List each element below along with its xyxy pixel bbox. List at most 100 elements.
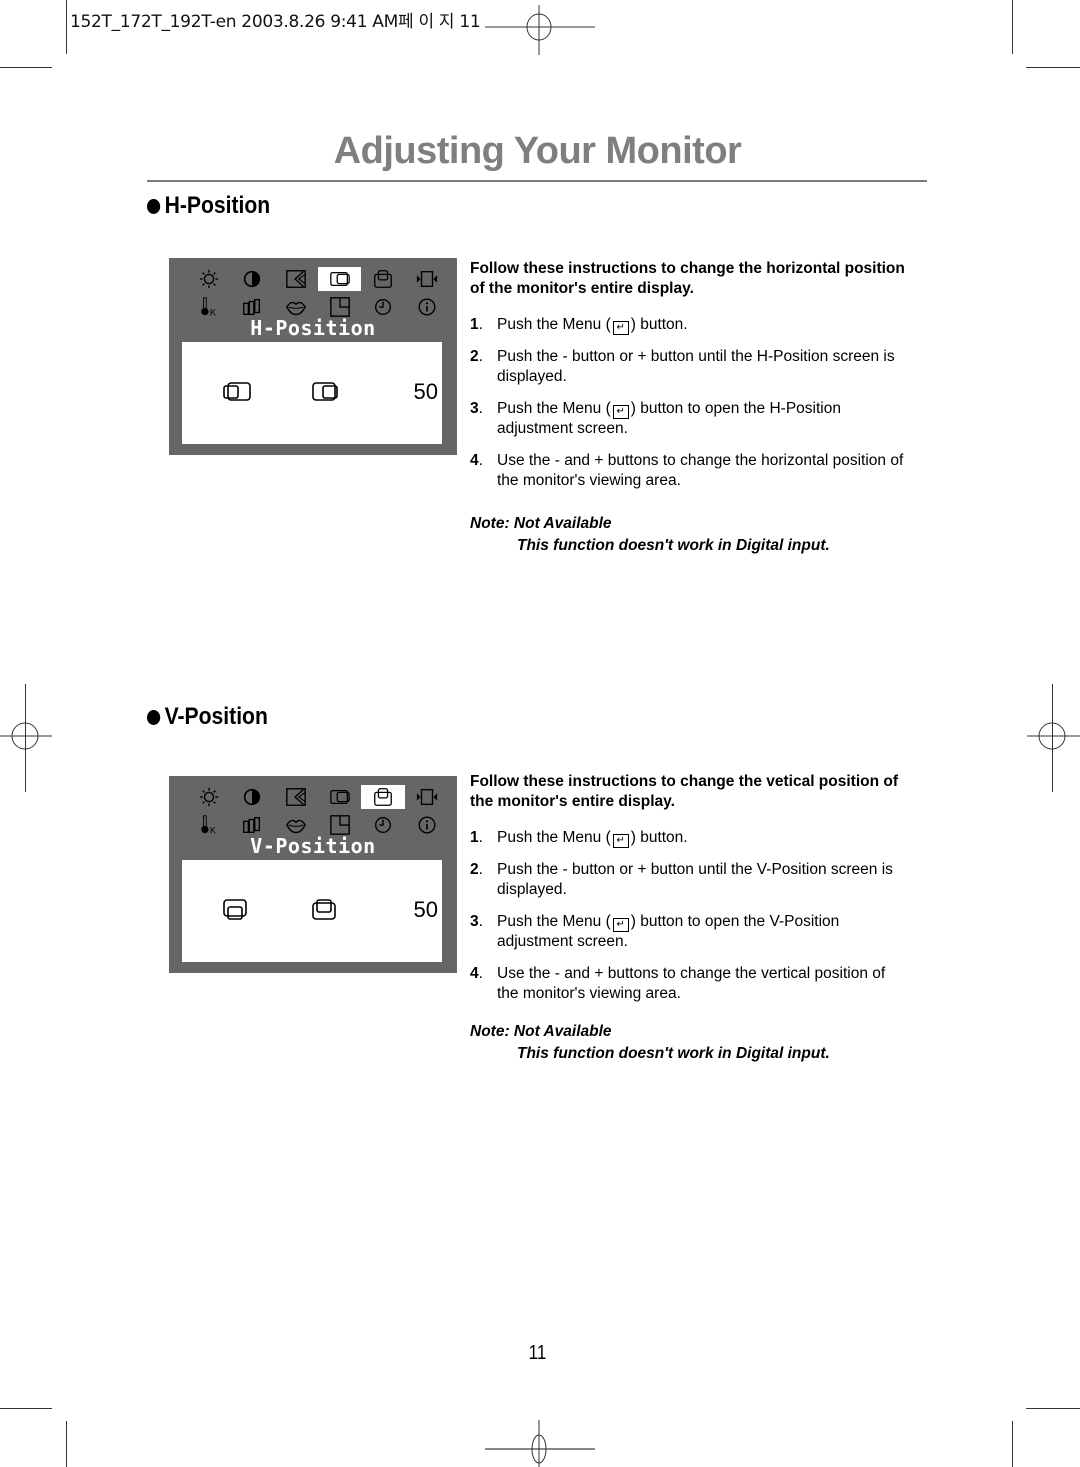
v-position-down-icon	[222, 898, 252, 922]
osd-menu-item	[274, 267, 318, 291]
step-item: 2. Push the - button or + button until th…	[470, 860, 910, 900]
zoom-icon	[416, 786, 438, 808]
osd-icon-row	[187, 785, 449, 809]
h-position-icon	[329, 786, 351, 808]
step-text-before: Push the Menu (	[497, 913, 611, 930]
step-number-text: 3	[470, 913, 479, 930]
osd-menu-item	[361, 267, 405, 291]
v-position-icon	[372, 268, 394, 290]
print-slug: 152T_172T_192T-en 2003.8.26 9:41 AM페 이 지…	[70, 12, 481, 32]
brightness-icon	[198, 786, 220, 808]
section-heading-text: H-Position	[164, 192, 271, 219]
information-icon	[416, 296, 438, 318]
h-position-left-icon	[222, 380, 252, 404]
osd-screen: K V-Position 50	[169, 776, 457, 973]
crop-mark	[1026, 1408, 1080, 1409]
osd-menu-item	[318, 785, 362, 809]
menu-enter-icon: ↵	[612, 918, 629, 932]
step-number: 3.	[470, 400, 483, 417]
zoom-icon	[416, 268, 438, 290]
instructions: Follow these instructions to change the …	[470, 772, 910, 1016]
osd-menu-item	[405, 267, 449, 291]
osd-left-icon-wrap	[222, 380, 252, 409]
step-number-text: 4	[470, 452, 479, 469]
osd-value: 50	[413, 379, 438, 404]
registration-target-icon	[485, 5, 595, 55]
step-text-before: Push the Menu (	[497, 316, 611, 333]
crop-mark	[0, 67, 52, 68]
osd-menu-item	[187, 785, 231, 809]
step-number-text: 3	[470, 400, 479, 417]
pip-icon	[329, 814, 351, 836]
steps-list: 1. Push the Menu (↵) button. 2. Push the - …	[470, 315, 910, 491]
section-heading: H-Position	[147, 192, 270, 220]
bullet-icon	[147, 198, 161, 214]
step-text: Push the - button or + button until the …	[497, 861, 893, 898]
title-divider	[147, 180, 927, 182]
brightness-icon	[198, 268, 220, 290]
osd-label: H-Position	[250, 316, 376, 340]
osd-adjust-panel: 50	[182, 860, 442, 962]
color-temp-icon: K	[198, 296, 220, 318]
bullet-icon	[147, 709, 161, 725]
color-control-icon	[241, 296, 263, 318]
note: Note: Not Available This function doesn't…	[470, 513, 830, 557]
osd-value: 50	[413, 897, 438, 922]
step-number: 1.	[470, 316, 483, 333]
step-number: 1.	[470, 829, 483, 846]
image-lock-icon	[285, 268, 307, 290]
contrast-icon	[241, 268, 263, 290]
note-body: This function doesn't work in Digital in…	[517, 537, 830, 554]
step-text-before: Push the Menu (	[497, 400, 611, 417]
step-number-text: 1	[470, 829, 479, 846]
crop-mark	[66, 1421, 67, 1467]
page-title: Adjusting Your Monitor	[333, 130, 742, 172]
step-item: 4. Use the - and + buttons to change the …	[470, 451, 910, 491]
menu-enter-icon: ↵	[612, 321, 629, 335]
osd-menu-item	[405, 785, 449, 809]
v-position-up-icon	[311, 898, 341, 922]
instructions-lead: Follow these instructions to change the …	[470, 773, 899, 810]
instructions-lead: Follow these instructions to change the …	[470, 260, 905, 297]
step-text-before: Push the Menu (	[497, 829, 611, 846]
section-heading: V-Position	[147, 703, 268, 731]
step-text: Use the - and + buttons to change the ve…	[497, 965, 886, 1002]
step-item: 1. Push the Menu (↵) button.	[470, 315, 910, 335]
note-title: Note: Not Available	[470, 515, 612, 532]
steps-list: 1. Push the Menu (↵) button. 2. Push the - …	[470, 828, 910, 1004]
step-number: 2.	[470, 861, 483, 878]
step-number-text: 4	[470, 965, 479, 982]
crop-mark	[1026, 67, 1080, 68]
menu-enter-icon: ↵	[612, 834, 629, 848]
contrast-icon	[241, 786, 263, 808]
page-number: 11	[528, 1342, 547, 1364]
section-heading-text: V-Position	[164, 703, 268, 730]
osd-timer-icon	[372, 814, 394, 836]
osd-adjust-panel: 50	[182, 342, 442, 444]
osd-menu-item	[317, 267, 362, 291]
osd-label: V-Position	[250, 834, 376, 858]
osd-left-icon-wrap	[222, 898, 252, 927]
step-number: 2.	[470, 348, 483, 365]
step-text-after: ) button.	[630, 316, 688, 333]
magic-bright-icon	[285, 296, 307, 318]
osd-menu-item	[231, 785, 275, 809]
color-temp-icon: K	[198, 814, 220, 836]
crop-mark	[0, 1408, 52, 1409]
pip-icon	[329, 296, 351, 318]
h-position-right-icon	[311, 380, 341, 404]
h-position-icon	[329, 268, 351, 290]
crop-mark	[66, 0, 67, 54]
osd-screen: K H-Position 50	[169, 258, 457, 455]
instructions: Follow these instructions to change the …	[470, 259, 910, 503]
color-control-icon	[241, 814, 263, 836]
step-item: 2. Push the - button or + button until th…	[470, 347, 910, 387]
osd-timer-icon	[372, 296, 394, 318]
crop-mark	[1012, 0, 1013, 54]
osd-menu-item	[274, 785, 318, 809]
osd-icon-row	[187, 267, 449, 291]
osd-right-icon-wrap	[311, 380, 341, 409]
step-number: 4.	[470, 452, 483, 469]
osd-menu-item	[187, 267, 231, 291]
information-icon	[416, 814, 438, 836]
